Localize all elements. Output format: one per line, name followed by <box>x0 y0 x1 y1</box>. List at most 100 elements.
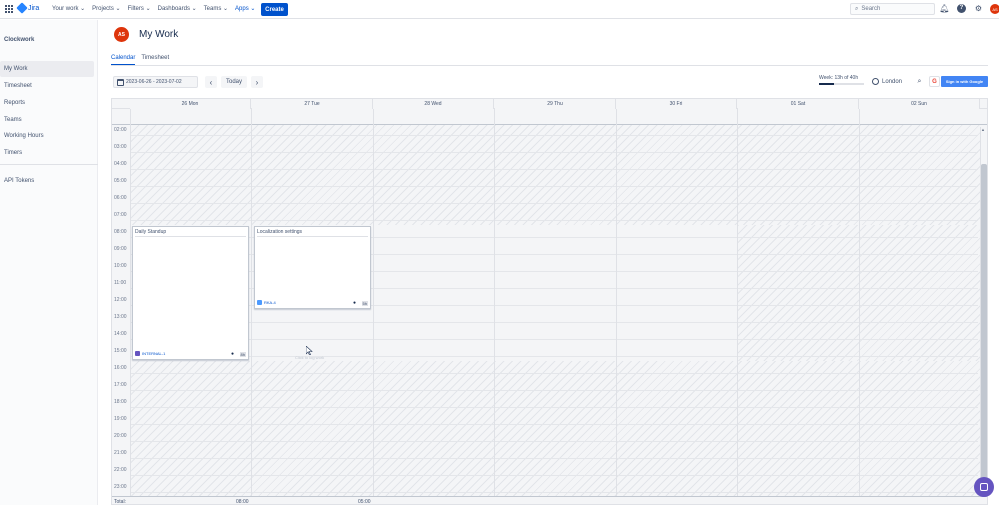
globe-icon <box>872 78 879 85</box>
nav-your-work[interactable]: Your work ⌄ <box>52 5 85 12</box>
create-button[interactable]: Create <box>261 3 288 16</box>
google-signin-button[interactable]: Sign in with Google <box>941 76 988 87</box>
time-label: 21:00 <box>114 450 127 456</box>
calendar-icon <box>117 78 124 86</box>
event-duration: 8h <box>239 352 246 357</box>
scroll-up-icon[interactable]: ▲ <box>981 127 985 132</box>
timezone-button[interactable]: London <box>872 76 910 87</box>
previous-week-button[interactable]: ‹ <box>205 76 217 88</box>
view-tabs: Calendar Timesheet <box>111 55 169 65</box>
time-label: 15:00 <box>114 348 127 354</box>
tag-icon[interactable]: ● <box>353 301 358 306</box>
nav-dashboards[interactable]: Dashboards ⌄ <box>158 5 197 12</box>
chevron-left-icon: ‹ <box>209 77 213 87</box>
week-hours-label: Week: 13h of 40h <box>819 75 859 81</box>
worklog-event[interactable]: Daily Standup INTERNAL-1 ● 8h <box>132 226 249 360</box>
sidebar-item-teams[interactable]: Teams <box>0 112 94 128</box>
hour-line <box>130 475 978 476</box>
sidebar-item-timesheet[interactable]: Timesheet <box>0 78 94 94</box>
nav-projects[interactable]: Projects ⌄ <box>92 5 120 12</box>
column-divider <box>373 109 374 504</box>
nav-teams[interactable]: Teams ⌄ <box>204 5 228 12</box>
day-header-wed: 28 Wed <box>373 99 494 109</box>
help-icon[interactable]: ? <box>957 4 966 13</box>
day-header-sun: 02 Sun <box>859 99 980 109</box>
tag-icon[interactable]: ● <box>231 352 236 357</box>
zoom-icon[interactable]: ⌕ <box>914 76 925 87</box>
story-icon <box>135 351 140 356</box>
tabs-divider <box>111 65 988 66</box>
chat-icon <box>980 483 988 491</box>
time-label: 14:00 <box>114 331 127 337</box>
search-input[interactable]: ⌕ Search <box>850 3 935 15</box>
event-issue-link[interactable]: INTERNAL-1 <box>135 351 165 356</box>
time-label: 19:00 <box>114 416 127 422</box>
sidebar-item-timers[interactable]: Timers <box>0 145 94 161</box>
time-label: 18:00 <box>114 399 127 405</box>
column-divider <box>130 109 131 504</box>
task-icon <box>257 300 262 305</box>
event-title: Daily Standup <box>135 229 167 235</box>
scrollbar-thumb[interactable] <box>981 164 987 489</box>
column-divider <box>859 109 860 504</box>
column-divider <box>494 109 495 504</box>
next-week-button[interactable]: › <box>251 76 263 88</box>
date-range-picker[interactable]: 2023-06-26 - 2023-07-02 <box>113 76 198 88</box>
tab-timesheet[interactable]: Timesheet <box>141 55 169 65</box>
hour-line <box>130 322 978 323</box>
sidebar-item-api-tokens[interactable]: API Tokens <box>0 173 94 189</box>
app-switcher-icon[interactable] <box>5 5 13 13</box>
time-label: 05:00 <box>114 178 127 184</box>
sidebar: Clockwork My Work Timesheet Reports Team… <box>0 20 98 505</box>
hour-line <box>130 458 978 459</box>
day-header-sat: 01 Sat <box>738 99 859 109</box>
notifications-icon[interactable]: 🔔︎ <box>939 4 949 13</box>
sidebar-title: Clockwork <box>4 37 35 43</box>
hour-line <box>130 169 978 170</box>
jira-logo[interactable]: Jira <box>16 2 39 14</box>
sidebar-item-reports[interactable]: Reports <box>0 95 94 111</box>
sidebar-item-working-hours[interactable]: Working Hours <box>0 128 94 144</box>
user-avatar[interactable]: AS <box>990 4 999 14</box>
search-icon: ⌕ <box>855 5 859 12</box>
day-header-tue: 27 Tue <box>252 99 373 109</box>
settings-icon[interactable]: ⚙ <box>974 4 983 13</box>
day-header-thu: 29 Thu <box>495 99 616 109</box>
event-title: Localization settings <box>257 229 303 235</box>
today-button[interactable]: Today <box>221 76 247 88</box>
worklog-event[interactable]: Localization settings RKA-4 ● 5h <box>254 226 371 309</box>
page-title: My Work <box>139 29 179 40</box>
day-header-fri: 30 Fri <box>616 99 737 109</box>
non-working-hours-morning <box>130 125 980 225</box>
nav-filters[interactable]: Filters ⌄ <box>128 5 151 12</box>
time-label: 11:00 <box>114 280 127 286</box>
top-navigation: Jira Your work ⌄ Projects ⌄ Filters ⌄ Da… <box>0 0 999 19</box>
time-label: 16:00 <box>114 365 127 371</box>
timezone-label: London <box>882 78 903 85</box>
time-label: 17:00 <box>114 382 127 388</box>
hour-line <box>130 390 978 391</box>
time-label: 02:00 <box>114 127 127 133</box>
sidebar-item-my-work[interactable]: My Work <box>0 61 94 77</box>
nav-links: Your work ⌄ Projects ⌄ Filters ⌄ Dashboa… <box>52 5 255 12</box>
google-icon[interactable]: G <box>929 76 940 87</box>
time-label: 10:00 <box>114 263 127 269</box>
chevron-right-icon: › <box>255 77 259 87</box>
column-divider <box>616 109 617 504</box>
hour-line <box>130 135 978 136</box>
event-title-divider <box>257 236 368 237</box>
event-issue-link[interactable]: RKA-4 <box>257 300 276 305</box>
time-label: 13:00 <box>114 314 127 320</box>
week-progress-bar <box>819 83 864 85</box>
sidebar-divider <box>0 164 98 165</box>
nav-apps[interactable]: Apps ⌄ <box>235 5 255 12</box>
time-label: 22:00 <box>114 467 127 473</box>
event-issue-key: RKA-4 <box>264 300 276 305</box>
hour-line <box>130 407 978 408</box>
time-label: 08:00 <box>114 229 127 235</box>
tab-calendar[interactable]: Calendar <box>111 55 136 65</box>
page-avatar: AS <box>114 27 129 42</box>
total-mon: 08:00 <box>236 499 249 505</box>
hour-line <box>130 220 978 221</box>
chat-button[interactable] <box>974 477 994 497</box>
